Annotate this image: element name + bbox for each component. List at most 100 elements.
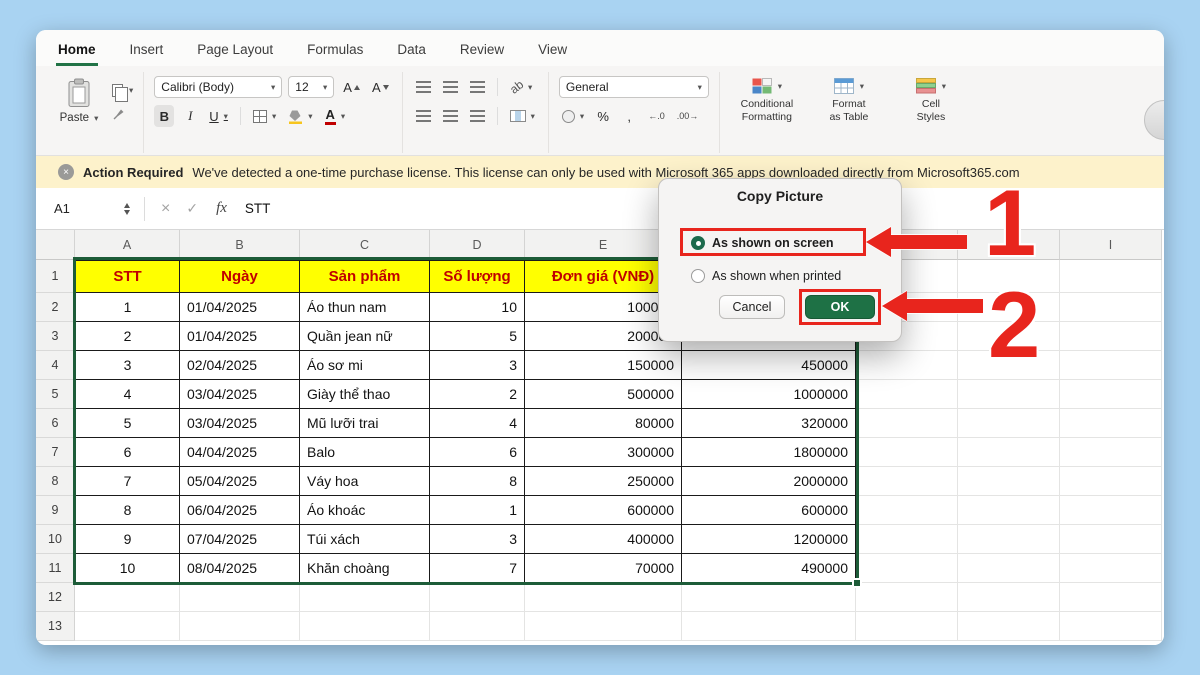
- orientation-button[interactable]: ab▾: [507, 76, 536, 98]
- accounting-format-button[interactable]: ▾: [559, 105, 587, 127]
- row-header-8[interactable]: 8: [36, 467, 75, 496]
- cell-D4[interactable]: 3: [430, 351, 525, 380]
- cell-E13[interactable]: [525, 612, 682, 641]
- cell-F5[interactable]: 1000000: [682, 380, 856, 409]
- cell-B3[interactable]: 01/04/2025: [180, 322, 300, 351]
- cell-H5[interactable]: [958, 380, 1060, 409]
- row-header-10[interactable]: 10: [36, 525, 75, 554]
- cell-A8[interactable]: 7: [75, 467, 180, 496]
- insert-function-icon[interactable]: fx: [216, 200, 227, 217]
- cell-I2[interactable]: [1060, 293, 1162, 322]
- cell-B12[interactable]: [180, 583, 300, 612]
- column-header-I[interactable]: I: [1060, 230, 1162, 260]
- tab-review[interactable]: Review: [458, 33, 506, 66]
- cell-C12[interactable]: [300, 583, 430, 612]
- cell-F4[interactable]: 450000: [682, 351, 856, 380]
- cell-C10[interactable]: Túi xách: [300, 525, 430, 554]
- cell-A10[interactable]: 9: [75, 525, 180, 554]
- cell-H8[interactable]: [958, 467, 1060, 496]
- cell-G6[interactable]: [856, 409, 958, 438]
- cell-D11[interactable]: 7: [430, 554, 525, 583]
- cell-G9[interactable]: [856, 496, 958, 525]
- cell-C8[interactable]: Váy hoa: [300, 467, 430, 496]
- fill-color-button[interactable]: ▾: [285, 105, 315, 127]
- cell-B11[interactable]: 08/04/2025: [180, 554, 300, 583]
- cell-G12[interactable]: [856, 583, 958, 612]
- cell-E11[interactable]: 70000: [525, 554, 682, 583]
- cell-D2[interactable]: 10: [430, 293, 525, 322]
- column-header-D[interactable]: D: [430, 230, 525, 260]
- cell-E4[interactable]: 150000: [525, 351, 682, 380]
- tab-page-layout[interactable]: Page Layout: [195, 33, 275, 66]
- cell-G10[interactable]: [856, 525, 958, 554]
- column-header-C[interactable]: C: [300, 230, 430, 260]
- cell-D13[interactable]: [430, 612, 525, 641]
- cell-A13[interactable]: [75, 612, 180, 641]
- cell-G11[interactable]: [856, 554, 958, 583]
- cell-C7[interactable]: Balo: [300, 438, 430, 467]
- cell-A6[interactable]: 5: [75, 409, 180, 438]
- cell-D3[interactable]: 5: [430, 322, 525, 351]
- align-bottom-button[interactable]: [467, 76, 488, 98]
- cell-D6[interactable]: 4: [430, 409, 525, 438]
- cell-A3[interactable]: 2: [75, 322, 180, 351]
- row-header-4[interactable]: 4: [36, 351, 75, 380]
- number-format-select[interactable]: General▾: [559, 76, 709, 98]
- cell-F8[interactable]: 2000000: [682, 467, 856, 496]
- cell-D12[interactable]: [430, 583, 525, 612]
- row-header-2[interactable]: 2: [36, 293, 75, 322]
- row-header-1[interactable]: 1: [36, 260, 75, 293]
- cell-D5[interactable]: 2: [430, 380, 525, 409]
- cancel-entry-icon[interactable]: ×: [161, 200, 170, 218]
- cancel-button[interactable]: Cancel: [719, 295, 785, 319]
- cell-B9[interactable]: 06/04/2025: [180, 496, 300, 525]
- row-header-9[interactable]: 9: [36, 496, 75, 525]
- cell-D7[interactable]: 6: [430, 438, 525, 467]
- cell-G4[interactable]: [856, 351, 958, 380]
- cell-A4[interactable]: 3: [75, 351, 180, 380]
- cell-I1[interactable]: [1060, 260, 1162, 293]
- cell-I8[interactable]: [1060, 467, 1162, 496]
- cell-C4[interactable]: Áo sơ mi: [300, 351, 430, 380]
- tab-formulas[interactable]: Formulas: [305, 33, 365, 66]
- cell-B6[interactable]: 03/04/2025: [180, 409, 300, 438]
- cell-A5[interactable]: 4: [75, 380, 180, 409]
- cell-G7[interactable]: [856, 438, 958, 467]
- cell-C2[interactable]: Áo thun nam: [300, 293, 430, 322]
- name-box[interactable]: A1: [36, 188, 136, 229]
- cell-B8[interactable]: 05/04/2025: [180, 467, 300, 496]
- cell-E8[interactable]: 250000: [525, 467, 682, 496]
- cell-I7[interactable]: [1060, 438, 1162, 467]
- align-right-button[interactable]: [467, 105, 488, 127]
- align-left-button[interactable]: [413, 105, 434, 127]
- cell-I6[interactable]: [1060, 409, 1162, 438]
- cell-A2[interactable]: 1: [75, 293, 180, 322]
- cell-H13[interactable]: [958, 612, 1060, 641]
- cell-I4[interactable]: [1060, 351, 1162, 380]
- cell-C6[interactable]: Mũ lưỡi trai: [300, 409, 430, 438]
- cell-E7[interactable]: 300000: [525, 438, 682, 467]
- cell-B2[interactable]: 01/04/2025: [180, 293, 300, 322]
- cell-C11[interactable]: Khăn choàng: [300, 554, 430, 583]
- cell-B13[interactable]: [180, 612, 300, 641]
- cell-F11[interactable]: 490000: [682, 554, 856, 583]
- align-center-button[interactable]: [440, 105, 461, 127]
- copy-button[interactable]: ▾: [112, 84, 133, 97]
- cell-D1[interactable]: Số lượng: [430, 260, 525, 293]
- paste-button[interactable]: Paste▾: [54, 74, 104, 124]
- cell-G8[interactable]: [856, 467, 958, 496]
- cell-E5[interactable]: 500000: [525, 380, 682, 409]
- increase-font-size-button[interactable]: A: [340, 76, 363, 98]
- cell-B1[interactable]: Ngày: [180, 260, 300, 293]
- format-painter-button[interactable]: [112, 107, 133, 120]
- cell-I5[interactable]: [1060, 380, 1162, 409]
- cell-H7[interactable]: [958, 438, 1060, 467]
- row-header-3[interactable]: 3: [36, 322, 75, 351]
- conditional-formatting-button[interactable]: ▾ ConditionalFormatting: [730, 74, 804, 123]
- row-header-11[interactable]: 11: [36, 554, 75, 583]
- bold-button[interactable]: B: [154, 105, 174, 127]
- confirm-entry-icon[interactable]: ✓: [186, 200, 198, 217]
- cell-I9[interactable]: [1060, 496, 1162, 525]
- row-header-5[interactable]: 5: [36, 380, 75, 409]
- formula-content[interactable]: STT: [245, 201, 271, 216]
